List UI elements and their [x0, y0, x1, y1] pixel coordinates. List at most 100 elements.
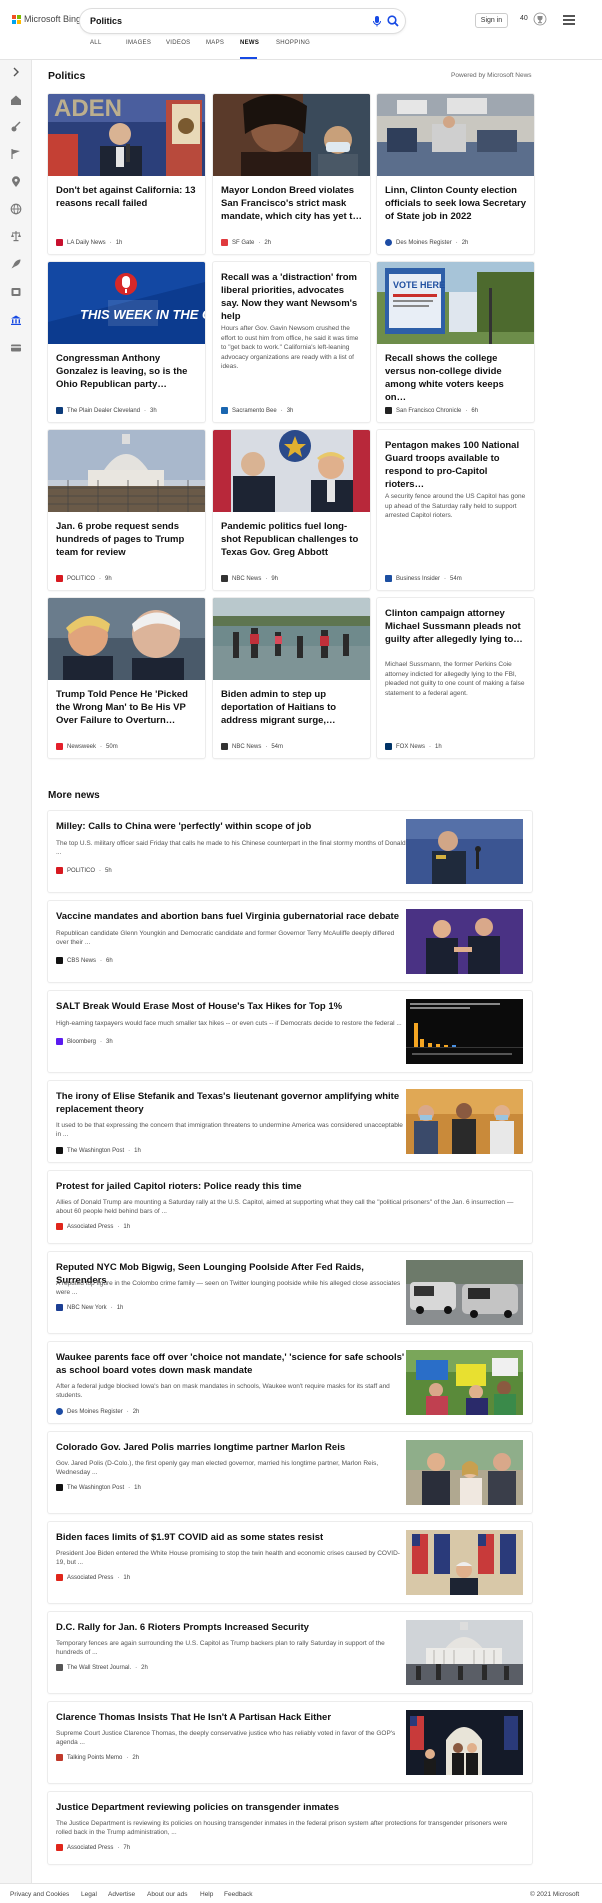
news-list-item[interactable]: D.C. Rally for Jan. 6 Rioters Prompts In…: [48, 1612, 532, 1693]
home-icon[interactable]: [10, 94, 22, 106]
footer: Privacy and Cookies Legal Advertise Abou…: [0, 1883, 602, 1903]
rocket-icon[interactable]: [10, 258, 22, 270]
chevron-right-icon[interactable]: [10, 66, 22, 78]
news-list-item[interactable]: Justice Department reviewing policies on…: [48, 1792, 532, 1864]
list-item-title[interactable]: The irony of Elise Stefanik and Texas's …: [56, 1090, 406, 1116]
location-icon[interactable]: [10, 176, 22, 188]
tab-news[interactable]: NEWS: [240, 40, 259, 59]
news-list-item[interactable]: Waukee parents face off over 'choice not…: [48, 1342, 532, 1423]
microphone-icon[interactable]: [370, 14, 384, 28]
credit-card-icon[interactable]: [10, 342, 22, 354]
sports-icon[interactable]: [10, 121, 22, 133]
flags-podium-thumbnail: [406, 1530, 523, 1595]
card-title[interactable]: Congressman Anthony Gonzalez is leaving,…: [56, 352, 198, 391]
capitol-image: [48, 430, 205, 512]
rewards-points[interactable]: 40: [520, 15, 528, 22]
news-card[interactable]: Clinton campaign attorney Michael Sussma…: [377, 598, 534, 758]
news-card[interactable]: Pentagon makes 100 National Guard troops…: [377, 430, 534, 590]
list-item-title[interactable]: Biden faces limits of $1.9T COVID aid as…: [56, 1531, 406, 1544]
list-item-title[interactable]: D.C. Rally for Jan. 6 Rioters Prompts In…: [56, 1621, 406, 1634]
list-item-title[interactable]: Waukee parents face off over 'choice not…: [56, 1351, 406, 1377]
news-list-item[interactable]: SALT Break Would Erase Most of House's T…: [48, 991, 532, 1072]
news-list-item[interactable]: Biden faces limits of $1.9T COVID aid as…: [48, 1522, 532, 1603]
flag-icon[interactable]: [10, 148, 22, 160]
sign-in-button[interactable]: Sign in: [475, 13, 508, 28]
source-favicon-icon: [385, 743, 392, 750]
tab-shopping[interactable]: SHOPPING: [276, 40, 316, 59]
tab-maps[interactable]: MAPS: [206, 40, 240, 59]
card-title[interactable]: Biden admin to step up deportation of Ha…: [221, 688, 363, 727]
search-input[interactable]: [90, 14, 340, 28]
source-favicon-icon: [56, 239, 63, 246]
list-item-title[interactable]: Justice Department reviewing policies on…: [56, 1801, 526, 1814]
card-title[interactable]: Mayor London Breed violates San Francisc…: [221, 184, 363, 223]
list-item-snippet: After a federal judge blocked Iowa's ban…: [56, 1383, 390, 1399]
footer-link-about-ads[interactable]: About our ads: [147, 1891, 187, 1898]
powered-by-label[interactable]: Powered by Microsoft News: [451, 72, 532, 79]
footer-link-help[interactable]: Help: [200, 1891, 213, 1898]
news-card[interactable]: Mayor London Breed violates San Francisc…: [213, 94, 370, 254]
left-rail: [0, 60, 32, 1883]
news-card[interactable]: VOTE HERE Recall shows the college versu…: [377, 262, 534, 422]
card-title[interactable]: Linn, Clinton County election officials …: [385, 184, 527, 223]
globe-icon[interactable]: [10, 203, 22, 215]
news-list-item[interactable]: Protest for jailed Capitol rioters: Poli…: [48, 1171, 532, 1243]
card-title[interactable]: Trump Told Pence He 'Picked the Wrong Ma…: [56, 688, 198, 727]
film-icon[interactable]: [10, 286, 22, 298]
list-item-source: NBC New York · 1h: [56, 1304, 123, 1311]
news-card[interactable]: Biden admin to step up deportation of Ha…: [213, 598, 370, 758]
list-item-title[interactable]: SALT Break Would Erase Most of House's T…: [56, 1000, 406, 1013]
card-title[interactable]: Pentagon makes 100 National Guard troops…: [385, 439, 527, 491]
list-item-title[interactable]: Protest for jailed Capitol rioters: Poli…: [56, 1180, 526, 1193]
card-title[interactable]: Clinton campaign attorney Michael Sussma…: [385, 607, 527, 646]
footer-link-advertise[interactable]: Advertise: [108, 1891, 135, 1898]
news-card[interactable]: Pandemic politics fuel long-shot Republi…: [213, 430, 370, 590]
list-item-snippet: The top U.S. military officer said Frida…: [56, 840, 406, 856]
news-list-item[interactable]: The irony of Elise Stefanik and Texas's …: [48, 1081, 532, 1162]
list-item-title[interactable]: Vaccine mandates and abortion bans fuel …: [56, 910, 406, 923]
governor-trump-image: [213, 430, 370, 512]
news-card[interactable]: THIS WEEK IN THE CLE Congressman Anthony…: [48, 262, 205, 422]
card-title[interactable]: Pandemic politics fuel long-shot Republi…: [221, 520, 363, 559]
menu-icon[interactable]: [563, 15, 575, 25]
bank-icon[interactable]: [10, 314, 22, 326]
card-source: NBC News · 54m: [221, 743, 283, 750]
card-source: Newsweek · 50m: [56, 743, 118, 750]
tab-all[interactable]: ALL: [90, 40, 126, 59]
source-favicon-icon: [221, 743, 228, 750]
source-favicon-icon: [56, 1408, 63, 1415]
news-card[interactable]: Jan. 6 probe request sends hundreds of p…: [48, 430, 205, 590]
this-week-in-the-cle-graphic: THIS WEEK IN THE CLE: [48, 262, 205, 344]
card-title[interactable]: Don't bet against California: 13 reasons…: [56, 184, 198, 210]
scales-icon[interactable]: [10, 230, 22, 242]
news-list-item[interactable]: Vaccine mandates and abortion bans fuel …: [48, 901, 532, 982]
footer-link-legal[interactable]: Legal: [81, 1891, 97, 1898]
list-item-title[interactable]: Milley: Calls to China were 'perfectly' …: [56, 820, 406, 833]
news-list-item[interactable]: Clarence Thomas Insists That He Isn't A …: [48, 1702, 532, 1783]
news-list-item[interactable]: Colorado Gov. Jared Polis marries longti…: [48, 1432, 532, 1513]
news-card[interactable]: Linn, Clinton County election officials …: [377, 94, 534, 254]
footer-link-privacy[interactable]: Privacy and Cookies: [10, 1891, 69, 1898]
footer-link-feedback[interactable]: Feedback: [224, 1891, 253, 1898]
card-title[interactable]: Jan. 6 probe request sends hundreds of p…: [56, 520, 198, 559]
card-title[interactable]: Recall was a 'distraction' from liberal …: [221, 271, 363, 323]
list-item-title[interactable]: Colorado Gov. Jared Polis marries longti…: [56, 1441, 406, 1454]
bing-logo[interactable]: Microsoft Bing: [12, 14, 81, 24]
card-title[interactable]: Recall shows the college versus non-coll…: [385, 352, 527, 404]
news-card[interactable]: Trump Told Pence He 'Picked the Wrong Ma…: [48, 598, 205, 758]
tab-videos[interactable]: VIDEOS: [166, 40, 206, 59]
search-box[interactable]: [80, 9, 405, 33]
news-list-item[interactable]: Milley: Calls to China were 'perfectly' …: [48, 811, 532, 892]
search-icon[interactable]: [386, 14, 400, 28]
card-snippet: Hours after Gov. Gavin Newsom crushed th…: [221, 325, 359, 370]
news-list-item[interactable]: Reputed NYC Mob Bigwig, Seen Lounging Po…: [48, 1252, 532, 1333]
rewards-trophy-icon[interactable]: [533, 12, 547, 26]
news-card[interactable]: ADEN Don't bet against California: 13 re…: [48, 94, 205, 254]
card-source: POLITICO · 9h: [56, 575, 112, 582]
source-favicon-icon: [56, 1038, 63, 1045]
press-conference-image: ADEN: [48, 94, 205, 176]
source-favicon-icon: [56, 407, 63, 414]
news-card[interactable]: Recall was a 'distraction' from liberal …: [213, 262, 370, 422]
list-item-title[interactable]: Clarence Thomas Insists That He Isn't A …: [56, 1711, 406, 1724]
tab-images[interactable]: IMAGES: [126, 40, 166, 59]
